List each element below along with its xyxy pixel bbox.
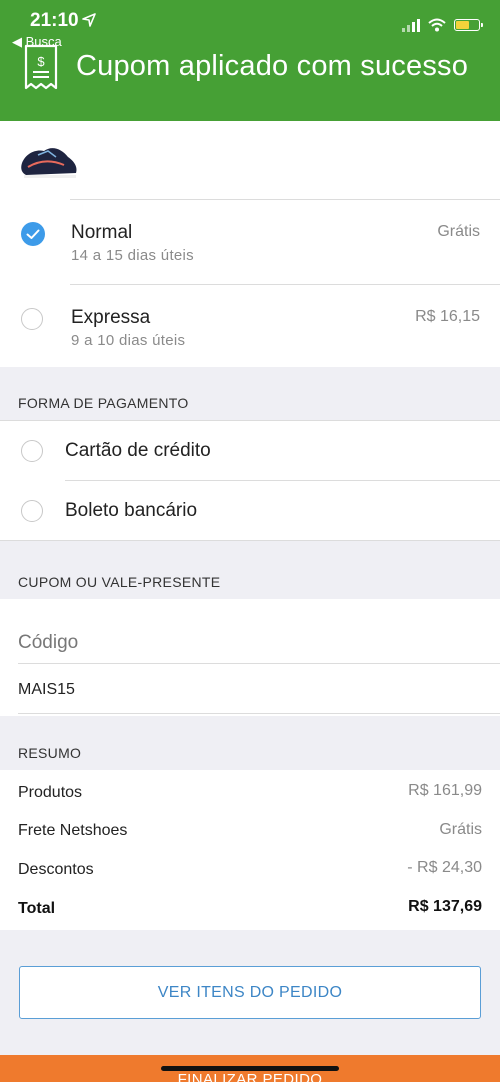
radio-unchecked-icon[interactable] bbox=[21, 440, 43, 462]
payment-section: Cartão de crédito Boleto bancário bbox=[0, 420, 500, 541]
status-time: 21:10 bbox=[30, 10, 79, 31]
coupon-section-title: CUPOM OU VALE-PRESENTE bbox=[18, 574, 221, 590]
shipping-option-expressa[interactable]: Expressa 9 a 10 dias úteis R$ 16,15 bbox=[0, 285, 500, 367]
shipping-days: 9 a 10 dias úteis bbox=[71, 332, 186, 349]
divider bbox=[0, 540, 500, 541]
home-indicator[interactable] bbox=[161, 1066, 339, 1071]
radio-checked-icon[interactable] bbox=[21, 222, 45, 246]
wifi-icon bbox=[428, 18, 446, 32]
product-thumbnail bbox=[21, 148, 77, 178]
app-header: 21:10 ◀ Busca $ Cupom aplicado com suces… bbox=[0, 0, 500, 121]
summary-total-value: R$ 137,69 bbox=[408, 898, 482, 915]
view-order-items-button[interactable]: VER ITENS DO PEDIDO bbox=[19, 966, 481, 1019]
shipping-price: Grátis bbox=[437, 223, 480, 240]
shipping-name: Normal bbox=[71, 222, 133, 243]
summary-discounts-value: - R$ 24,30 bbox=[407, 859, 482, 876]
summary-discounts-label: Descontos bbox=[18, 861, 94, 878]
coupon-applied-code: MAIS15 bbox=[18, 681, 75, 698]
summary-products-label: Produtos bbox=[18, 784, 83, 801]
battery-icon bbox=[454, 19, 483, 31]
summary-section-title: RESUMO bbox=[18, 745, 82, 761]
signal-icon bbox=[402, 18, 420, 32]
status-indicators bbox=[402, 18, 483, 32]
shipping-days: 14 a 15 dias úteis bbox=[71, 247, 194, 264]
receipt-icon: $ bbox=[24, 44, 58, 90]
checkmark-icon bbox=[26, 229, 40, 239]
radio-unchecked-icon[interactable] bbox=[21, 308, 43, 330]
page-title: Cupom aplicado com sucesso bbox=[76, 50, 469, 82]
summary-shipping-label: Frete Netshoes bbox=[18, 822, 128, 839]
coupon-section: Código MAIS15 bbox=[0, 599, 500, 716]
divider bbox=[18, 713, 500, 714]
payment-option-credit-card[interactable]: Cartão de crédito bbox=[0, 421, 500, 480]
payment-section-title: FORMA DE PAGAMENTO bbox=[18, 395, 189, 411]
shipping-section: Normal 14 a 15 dias úteis Grátis Express… bbox=[0, 121, 500, 367]
summary-total-label: Total bbox=[18, 900, 56, 917]
summary-products-value: R$ 161,99 bbox=[408, 782, 482, 799]
shipping-price: R$ 16,15 bbox=[415, 308, 480, 325]
summary-shipping-value: Grátis bbox=[439, 821, 482, 838]
coupon-code-input[interactable]: Código bbox=[18, 632, 78, 654]
shipping-name: Expressa bbox=[71, 307, 151, 328]
finish-order-label: FINALIZAR PEDIDO bbox=[177, 1071, 323, 1082]
svg-text:$: $ bbox=[37, 54, 45, 69]
payment-option-label: Cartão de crédito bbox=[65, 440, 211, 461]
payment-option-boleto[interactable]: Boleto bancário bbox=[0, 481, 500, 540]
summary-section: Produtos R$ 161,99 Frete Netshoes Grátis… bbox=[0, 770, 500, 930]
shipping-option-normal[interactable]: Normal 14 a 15 dias úteis Grátis bbox=[0, 200, 500, 284]
radio-unchecked-icon[interactable] bbox=[21, 500, 43, 522]
location-arrow-icon bbox=[82, 13, 96, 27]
divider bbox=[18, 663, 500, 664]
payment-option-label: Boleto bancário bbox=[65, 500, 198, 521]
